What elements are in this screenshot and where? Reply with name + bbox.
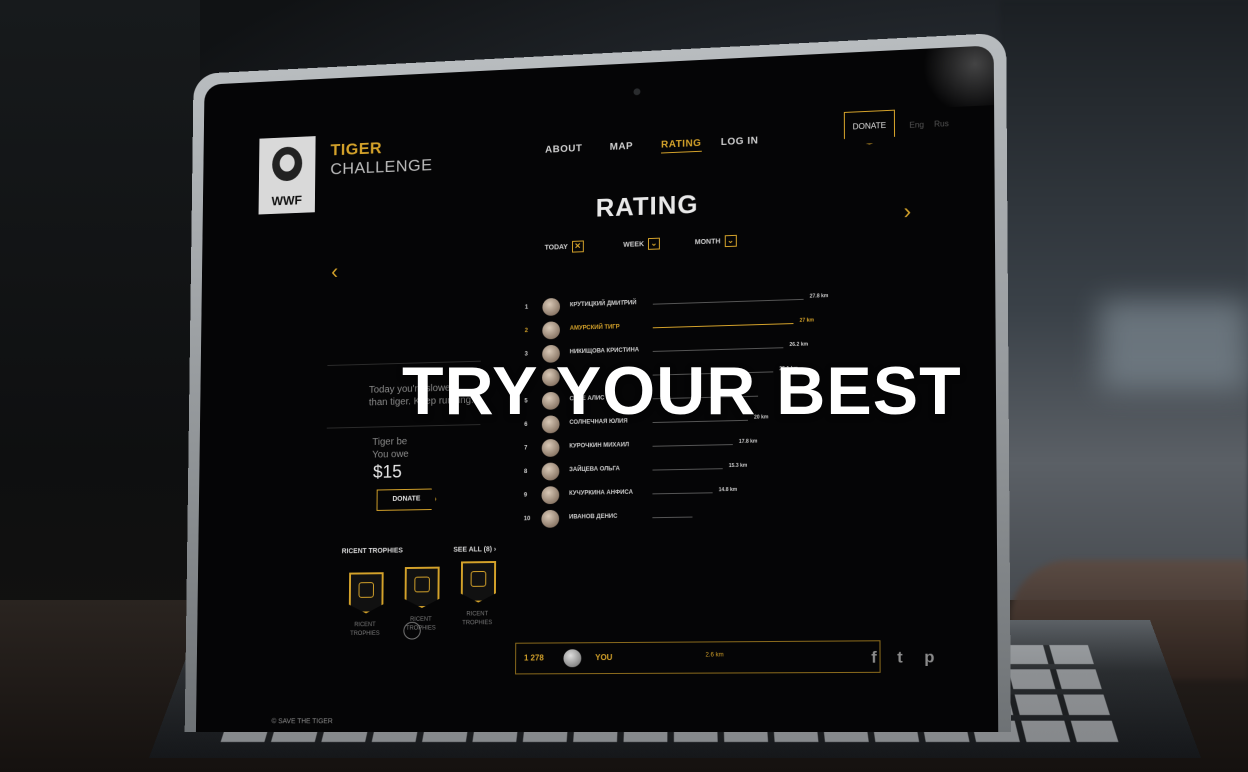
screen-glare (900, 45, 995, 110)
row-name: КУЧУРКИНА АНФИСА (569, 489, 633, 497)
owl-icon (471, 571, 487, 587)
next-arrow-icon[interactable]: › (904, 198, 912, 224)
row-distance: 27.8 km (809, 293, 829, 300)
owe-amount: $15 (372, 461, 402, 482)
prev-arrow-icon[interactable]: ‹ (331, 259, 338, 284)
nav-map[interactable]: MAP (610, 141, 633, 153)
owe-card: Tiger be You owe (325, 424, 481, 536)
filter-today-label: TODAY (544, 243, 568, 252)
you-name: YOU (595, 653, 613, 663)
row-rank: 2 (524, 328, 528, 335)
owe-line2: You owe (372, 449, 409, 461)
avatar (541, 438, 560, 457)
pinterest-icon[interactable]: p (924, 649, 934, 667)
footer-copyright: © SAVE THE TIGER (271, 718, 333, 726)
logo-text: WWF (271, 192, 303, 209)
graduation-icon (414, 577, 430, 593)
trophy-caption-1: RICENT TROPHIES (350, 622, 380, 637)
nav-login[interactable]: LOG IN (721, 136, 759, 148)
brand-title-line1: TIGER (330, 138, 383, 160)
row-rank: 1 (524, 304, 529, 311)
trophy-caption-2: RICENT TROPHIES (405, 616, 436, 632)
webcam (633, 88, 641, 96)
nav-about[interactable]: ABOUT (545, 143, 582, 155)
lang-eng[interactable]: Eng (909, 120, 924, 130)
filter-week-label: WEEK (623, 241, 645, 249)
trophy-badge-2[interactable] (405, 567, 440, 609)
you-rank: 1 278 (523, 653, 544, 663)
trophies-heading: RICENT TROPHIES (341, 547, 403, 556)
row-distance: 27 km (799, 317, 815, 324)
headline-overlay: TRY YOUR BEST (402, 353, 962, 429)
distance-bar (652, 492, 713, 495)
row-rank: 8 (523, 469, 528, 476)
chevron-down-icon: ⌄ (724, 234, 737, 248)
page-title: RATING (595, 189, 699, 223)
row-name: ЗАЙЦЕВА ОЛЬГА (569, 466, 620, 474)
wwf-logo[interactable]: WWF (258, 136, 316, 215)
avatar (541, 486, 560, 505)
you-distance: 2.6 km (705, 652, 724, 659)
row-rank: 9 (523, 492, 528, 499)
row-name: ИВАНОВ ДЕНИС (568, 513, 618, 521)
trophy-caption-3: RICENT TROPHIES (462, 611, 493, 627)
facebook-icon[interactable]: f (871, 649, 877, 667)
row-distance: 26.2 km (789, 341, 809, 349)
row-distance: 15.3 km (728, 462, 748, 470)
distance-bar (652, 516, 693, 519)
distance-bar (652, 298, 804, 305)
avatar (542, 321, 560, 340)
nav-rating[interactable]: RATING (661, 138, 702, 154)
donate-header-button[interactable]: DONATE (844, 110, 895, 146)
row-name: КРУТИЦКИЙ ДМИТРИЙ (569, 300, 637, 309)
trophy-badge-1[interactable] (349, 572, 384, 613)
filter-month-label: MONTH (694, 238, 721, 247)
row-rank: 7 (524, 445, 528, 452)
see-all-link[interactable]: SEE ALL (8) › (453, 546, 496, 553)
owe-line1: Tiger be (372, 436, 408, 448)
panda-icon (272, 146, 303, 182)
distance-bar (652, 444, 733, 447)
twitter-icon[interactable]: t (897, 649, 903, 667)
trophy-badge-3[interactable] (461, 561, 496, 603)
avatar (541, 509, 560, 528)
row-name: АМУРСКИЙ ТИГР (569, 324, 620, 332)
row-rank: 10 (523, 516, 531, 523)
background-window-light (1100, 300, 1248, 390)
filter-week[interactable]: WEEK ⌄ (623, 237, 660, 251)
distance-bar (652, 323, 794, 329)
lang-rus[interactable]: Rus (934, 119, 949, 129)
you-row: 1 278 YOU 2.6 km (515, 640, 881, 675)
photo-scene: WWF TIGER CHALLENGE ABOUT MAP RATING LOG… (0, 0, 1248, 772)
chevron-down-icon: ⌄ (647, 237, 660, 250)
avatar (563, 649, 582, 668)
row-distance: 17.8 km (738, 438, 758, 445)
close-icon: ✕ (571, 240, 584, 253)
filter-month[interactable]: MONTH ⌄ (694, 234, 737, 248)
avatar (541, 462, 560, 481)
distance-bar (652, 468, 723, 471)
filter-today[interactable]: TODAY ✕ (545, 240, 584, 253)
row-name: КУРОЧКИН МИХАИЛ (569, 442, 630, 450)
leaderboard: 1 КРУТИЦКИЙ ДМИТРИЙ 27.8 km 2 АМУРСКИЙ ТИГР 2… (259, 107, 946, 528)
tiger-icon (358, 582, 373, 598)
avatar (542, 297, 561, 317)
donate-button[interactable]: DONATE (377, 488, 437, 510)
brand-title-line2: CHALLENGE (330, 155, 433, 179)
row-distance: 14.8 km (718, 486, 738, 494)
